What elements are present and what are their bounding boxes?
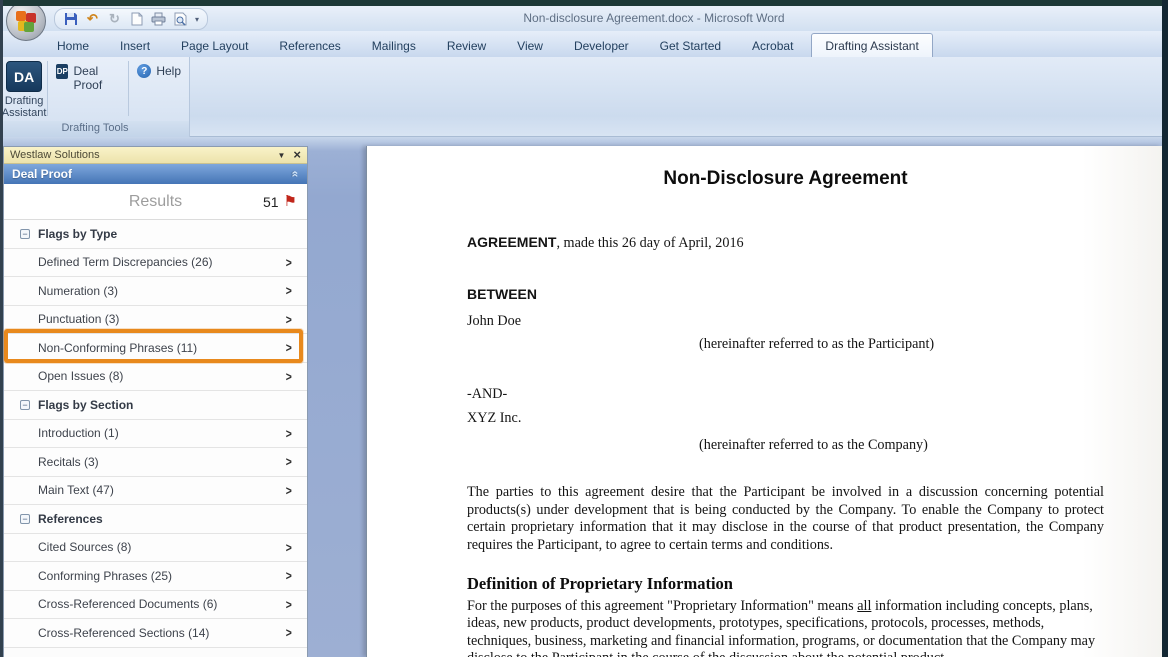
redo-icon: ↻ — [107, 12, 122, 27]
tree-item-numeration[interactable]: Numeration (3) > — [4, 277, 307, 306]
recitals-paragraph: The parties to this agreement desire tha… — [467, 484, 1104, 554]
document-content: Non-Disclosure Agreement AGREEMENT, made… — [367, 146, 1162, 657]
help-label: Help — [156, 64, 181, 78]
print-preview-icon[interactable] — [173, 12, 188, 27]
chevron-right-icon: > — [286, 340, 292, 355]
drafting-assistant-icon: DA — [6, 61, 42, 92]
deal-proof-section-header[interactable]: Deal Proof « — [4, 164, 307, 184]
tree-item-non-conforming-phrases[interactable]: Non-Conforming Phrases (11) > — [4, 334, 307, 363]
chevron-right-icon: > — [286, 625, 292, 640]
deal-proof-label: Deal Proof — [73, 64, 120, 92]
agreement-line: AGREEMENT, made this 26 day of April, 20… — [467, 234, 1104, 253]
collapse-minus-icon[interactable]: − — [20, 514, 30, 524]
quick-access-toolbar: ↶ ↻ ▾ — [54, 8, 208, 30]
party2-name: XYZ Inc. — [467, 410, 1104, 428]
ribbon: DA Drafting Assistant DP Deal Proof ? He… — [0, 57, 1168, 137]
results-tree: − Flags by Type Defined Term Discrepanci… — [4, 220, 307, 648]
office-logo-icon — [16, 11, 36, 31]
flag-icon: ⚑ — [284, 194, 297, 209]
document-window: Westlaw Solutions ▼ × Deal Proof « Resul… — [0, 137, 1168, 657]
between-heading: BETWEEN — [467, 286, 1104, 304]
help-button[interactable]: ? Help — [129, 57, 189, 120]
tree-item-cross-referenced-documents[interactable]: Cross-Referenced Documents (6) > — [4, 591, 307, 620]
results-count: 51 — [263, 194, 279, 210]
definition-heading: Definition of Proprietary Information — [467, 575, 1104, 593]
tree-item-punctuation[interactable]: Punctuation (3) > — [4, 306, 307, 335]
section-title: Deal Proof — [12, 167, 72, 181]
tree-item-recitals[interactable]: Recitals (3) > — [4, 448, 307, 477]
chevron-right-icon: > — [286, 597, 292, 612]
drafting-assistant-button[interactable]: DA Drafting Assistant — [1, 57, 47, 120]
tree-item-open-issues[interactable]: Open Issues (8) > — [4, 363, 307, 392]
chevron-right-icon: > — [286, 369, 292, 384]
party2-note: (hereinafter referred to as the Company) — [699, 437, 1104, 455]
chevron-right-icon: > — [286, 312, 292, 327]
tab-home[interactable]: Home — [44, 35, 102, 57]
results-label: Results — [129, 193, 182, 211]
collapse-section-icon[interactable]: « — [289, 171, 303, 178]
ribbon-tab-row: Home Insert Page Layout References Maili… — [0, 31, 1168, 57]
window-left-edge — [0, 0, 3, 657]
document-page[interactable]: Non-Disclosure Agreement AGREEMENT, made… — [366, 146, 1162, 657]
tree-item-main-text[interactable]: Main Text (47) > — [4, 477, 307, 506]
tab-acrobat[interactable]: Acrobat — [739, 35, 806, 57]
chevron-right-icon: > — [286, 483, 292, 498]
tab-references[interactable]: References — [266, 35, 353, 57]
tree-group-flags-by-section[interactable]: − Flags by Section — [4, 391, 307, 420]
help-icon: ? — [137, 64, 151, 78]
and-separator: -AND- — [467, 386, 1104, 404]
tree-item-conforming-phrases[interactable]: Conforming Phrases (25) > — [4, 562, 307, 591]
task-pane-title: Westlaw Solutions — [10, 149, 100, 161]
chevron-right-icon: > — [286, 283, 292, 298]
tab-developer[interactable]: Developer — [561, 35, 642, 57]
qat-customize-icon[interactable]: ▾ — [195, 15, 199, 24]
window-top-edge — [0, 0, 1168, 6]
tree-item-defined-term-discrepancies[interactable]: Defined Term Discrepancies (26) > — [4, 249, 307, 278]
collapse-minus-icon[interactable]: − — [20, 400, 30, 410]
save-icon[interactable] — [63, 12, 78, 27]
document-title: Non-Disclosure Agreement — [467, 170, 1104, 188]
chevron-right-icon: > — [286, 426, 292, 441]
drafting-tools-group: DA Drafting Assistant DP Deal Proof ? He… — [0, 57, 190, 137]
collapse-minus-icon[interactable]: − — [20, 229, 30, 239]
tab-insert[interactable]: Insert — [107, 35, 163, 57]
pane-menu-icon[interactable]: ▼ — [277, 151, 285, 160]
window-title: Non-disclosure Agreement.docx - Microsof… — [300, 11, 1008, 25]
chevron-right-icon: > — [286, 255, 292, 270]
chevron-right-icon: > — [286, 540, 292, 555]
westlaw-task-pane: Westlaw Solutions ▼ × Deal Proof « Resul… — [3, 146, 308, 657]
tree-item-cross-referenced-sections[interactable]: Cross-Referenced Sections (14) > — [4, 619, 307, 648]
word-window: Non-disclosure Agreement.docx - Microsof… — [0, 0, 1168, 657]
results-header: Results 51 ⚑ — [4, 184, 307, 220]
tree-item-cited-sources[interactable]: Cited Sources (8) > — [4, 534, 307, 563]
tab-page-layout[interactable]: Page Layout — [168, 35, 261, 57]
tab-get-started[interactable]: Get Started — [647, 35, 734, 57]
party1-note: (hereinafter referred to as the Particip… — [699, 336, 1104, 354]
chevron-right-icon: > — [286, 454, 292, 469]
party1-name: John Doe — [467, 313, 1104, 331]
chevron-right-icon: > — [286, 568, 292, 583]
da-label-line2: Assistant — [2, 107, 47, 119]
new-document-icon[interactable] — [129, 12, 144, 27]
undo-icon[interactable]: ↶ — [85, 12, 100, 27]
deal-proof-icon: DP — [56, 64, 68, 79]
pane-close-icon[interactable]: × — [293, 150, 301, 160]
print-icon[interactable] — [151, 12, 166, 27]
deal-proof-button[interactable]: DP Deal Proof — [48, 57, 128, 120]
tab-review[interactable]: Review — [434, 35, 499, 57]
tree-item-introduction[interactable]: Introduction (1) > — [4, 420, 307, 449]
window-right-edge — [1162, 0, 1168, 657]
tab-drafting-assistant[interactable]: Drafting Assistant — [811, 33, 932, 57]
task-pane-title-bar: Westlaw Solutions ▼ × — [4, 147, 307, 164]
tab-view[interactable]: View — [504, 35, 556, 57]
tree-group-references[interactable]: − References — [4, 505, 307, 534]
group-label: Drafting Tools — [1, 121, 189, 137]
tree-group-flags-by-type[interactable]: − Flags by Type — [4, 220, 307, 249]
da-label-line1: Drafting — [2, 95, 47, 107]
tab-mailings[interactable]: Mailings — [359, 35, 429, 57]
definition-paragraph: For the purposes of this agreement "Prop… — [467, 598, 1104, 657]
office-button[interactable] — [6, 1, 46, 41]
